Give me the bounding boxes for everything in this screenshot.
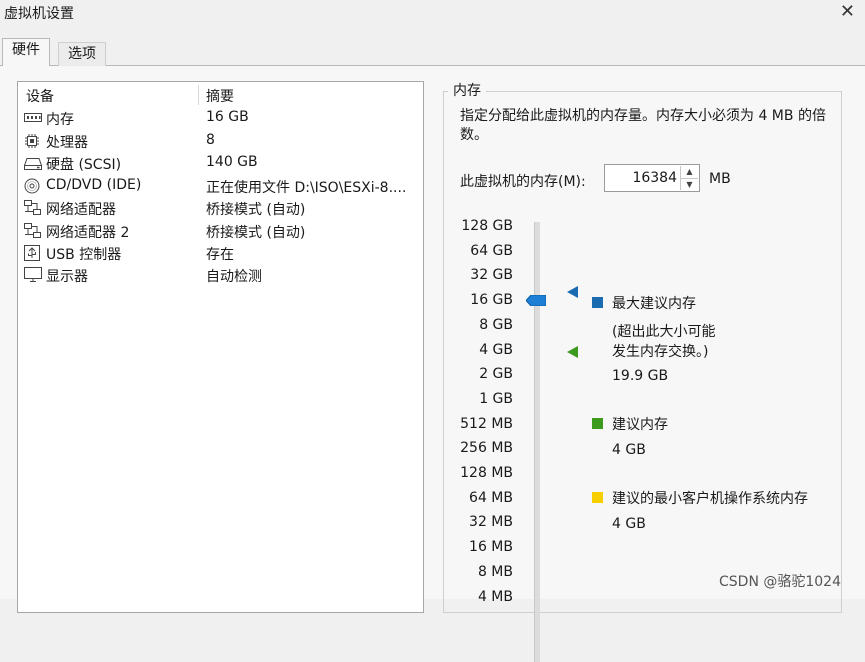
min-guest-value: 4 GB bbox=[612, 516, 646, 532]
title-bar: 虚拟机设置 ✕ bbox=[0, 0, 865, 28]
device-name: 处理器 bbox=[46, 135, 88, 151]
cd-dvd-icon bbox=[24, 178, 40, 194]
memory-scale-tick: 8 GB bbox=[479, 316, 513, 333]
harddisk-icon bbox=[24, 158, 42, 170]
memory-scale-tick: 2 GB bbox=[479, 366, 513, 383]
column-header-summary[interactable]: 摘要 bbox=[206, 86, 234, 106]
chevron-down-icon[interactable]: ▼ bbox=[680, 178, 698, 190]
network-adapter-icon bbox=[24, 200, 41, 215]
window-title: 虚拟机设置 bbox=[4, 6, 74, 22]
tab-options[interactable]: 选项 bbox=[58, 42, 106, 66]
memory-description: 指定分配给此虚拟机的内存量。内存大小必须为 4 MB 的倍数。 bbox=[460, 108, 826, 143]
device-row-network-adapter-2[interactable]: 网络适配器 2 桥接模式 (自动) bbox=[18, 221, 421, 243]
memory-scale-tick: 128 GB bbox=[461, 218, 513, 234]
usb-icon bbox=[24, 245, 40, 261]
column-header-device[interactable]: 设备 bbox=[26, 86, 54, 106]
device-name: 网络适配器 2 bbox=[46, 225, 130, 241]
spinner-buttons: ▲ ▼ bbox=[680, 166, 698, 190]
max-recommended-label: 最大建议内存 bbox=[612, 296, 696, 312]
memory-scale-tick: 256 MB bbox=[460, 440, 513, 457]
max-recommended-note-line2: 发生内存交换。) bbox=[612, 344, 709, 360]
device-summary: 桥接模式 (自动) bbox=[206, 225, 306, 241]
memory-scale-tick: 8 MB bbox=[477, 563, 513, 580]
memory-scale-tick: 128 MB bbox=[460, 465, 513, 481]
device-row-network-adapter[interactable]: 网络适配器 桥接模式 (自动) bbox=[18, 198, 421, 220]
max-recommended-note-line1: (超出此大小可能 bbox=[612, 324, 716, 340]
max-recommended-value: 19.9 GB bbox=[612, 368, 669, 384]
recommended-label: 建议内存 bbox=[612, 417, 668, 433]
memory-group-title: 内存 bbox=[448, 80, 486, 100]
memory-size-label: 此虚拟机的内存(M): bbox=[460, 174, 586, 190]
close-icon[interactable]: ✕ bbox=[840, 1, 855, 22]
device-row-usb-controller[interactable]: USB 控制器 存在 bbox=[18, 243, 421, 265]
device-name: 网络适配器 bbox=[46, 202, 116, 218]
max-recommended-swatch bbox=[592, 297, 603, 308]
network-adapter-icon bbox=[24, 223, 41, 238]
device-name: CD/DVD (IDE) bbox=[46, 177, 142, 193]
memory-scale-tick: 1 GB bbox=[479, 390, 513, 407]
device-summary: 自动检测 bbox=[206, 269, 262, 285]
display-icon bbox=[24, 267, 42, 282]
memory-scale-tick: 64 GB bbox=[470, 242, 513, 259]
memory-scale-tick: 4 MB bbox=[477, 588, 513, 605]
device-name: USB 控制器 bbox=[46, 247, 122, 263]
min-guest-swatch bbox=[592, 492, 603, 503]
max-recommended-marker bbox=[567, 286, 578, 298]
memory-scale-tick: 4 GB bbox=[479, 341, 513, 358]
memory-scale-tick: 512 MB bbox=[460, 415, 513, 432]
device-name: 硬盘 (SCSI) bbox=[46, 157, 122, 173]
memory-slider-thumb[interactable] bbox=[526, 295, 546, 306]
tab-hardware[interactable]: 硬件 bbox=[2, 38, 50, 66]
device-summary: 8 bbox=[206, 132, 215, 148]
memory-unit-label: MB bbox=[709, 171, 731, 187]
memory-scale-tick: 32 MB bbox=[469, 514, 513, 531]
memory-slider-track[interactable] bbox=[534, 222, 540, 662]
device-summary: 存在 bbox=[206, 247, 234, 263]
device-row-harddisk[interactable]: 硬盘 (SCSI) 140 GB bbox=[18, 153, 421, 175]
device-summary: 140 GB bbox=[206, 154, 258, 170]
column-divider[interactable] bbox=[198, 85, 199, 105]
device-row-processor[interactable]: 处理器 8 bbox=[18, 131, 421, 153]
device-name: 内存 bbox=[46, 112, 74, 128]
device-summary: 16 GB bbox=[206, 109, 249, 125]
memory-scale-tick: 16 MB bbox=[469, 539, 513, 556]
memory-icon bbox=[24, 113, 42, 122]
recommended-value: 4 GB bbox=[612, 442, 646, 458]
device-row-display[interactable]: 显示器 自动检测 bbox=[18, 265, 421, 287]
min-guest-label: 建议的最小客户机操作系统内存 bbox=[612, 491, 808, 507]
device-row-cd-dvd[interactable]: CD/DVD (IDE) 正在使用文件 D:\ISO\ESXi-8.... bbox=[18, 176, 421, 198]
memory-scale-tick: 32 GB bbox=[470, 267, 513, 284]
processor-icon bbox=[25, 134, 39, 148]
memory-size-spinner[interactable]: 16384 ▲ ▼ bbox=[604, 164, 700, 192]
device-list[interactable]: 设备 摘要 内存 16 GB 处理器 8 硬盘 (SCSI) 140 GB CD… bbox=[17, 81, 424, 613]
recommended-marker bbox=[567, 346, 578, 358]
device-name: 显示器 bbox=[46, 269, 88, 285]
memory-size-input[interactable]: 16384 bbox=[632, 170, 677, 186]
memory-scale-tick: 64 MB bbox=[469, 489, 513, 506]
device-summary: 正在使用文件 D:\ISO\ESXi-8.... bbox=[206, 180, 407, 196]
chevron-up-icon[interactable]: ▲ bbox=[680, 166, 698, 178]
device-row-memory[interactable]: 内存 16 GB bbox=[18, 108, 421, 130]
device-summary: 桥接模式 (自动) bbox=[206, 202, 306, 218]
watermark: CSDN @骆驼1024 bbox=[719, 574, 841, 590]
memory-scale-tick: 16 GB bbox=[470, 292, 513, 309]
recommended-swatch bbox=[592, 418, 603, 429]
